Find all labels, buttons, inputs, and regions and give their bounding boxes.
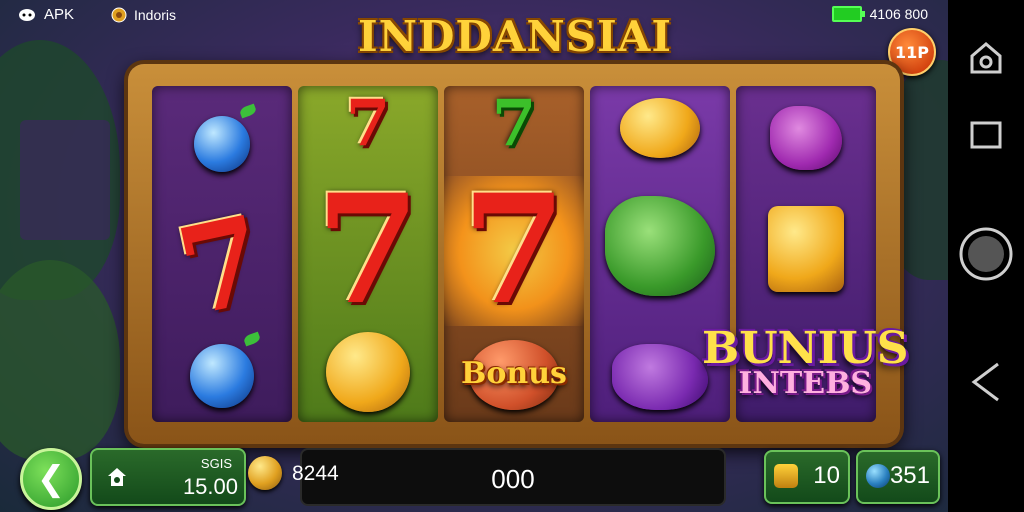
bonus-banner-line2: INTEBS	[738, 365, 873, 401]
seven-symbol: 7	[315, 162, 421, 338]
balance-indicator: 4106 800	[831, 6, 928, 22]
system-nav-bar	[948, 0, 1024, 512]
reel-2: 7 7	[298, 86, 438, 422]
home-icon	[970, 42, 1002, 74]
game-screen: APK Indoris 4106 800 INDDANSIAI 11P 7 7 …	[0, 0, 1024, 512]
bonus-banner-line1: BUNIUS	[702, 323, 909, 374]
green-seven-symbol: 7	[491, 86, 537, 161]
reel-1: 7	[152, 86, 292, 422]
nav-back[interactable]	[948, 360, 1024, 404]
total-value: 351	[889, 462, 930, 489]
game-title: INDDANSIAI	[357, 12, 673, 61]
bush-left	[0, 260, 120, 460]
purple-creature-symbol	[612, 344, 708, 410]
house-left	[20, 120, 110, 240]
square-icon	[970, 121, 1002, 149]
bonus-label: Bonus	[461, 356, 567, 391]
nav-home-shortcut[interactable]	[948, 40, 1024, 76]
nav-home[interactable]	[948, 226, 1024, 282]
balance-value: 4106 800	[869, 6, 928, 22]
seven-symbol: 7	[345, 86, 391, 161]
bet-panel[interactable]: SGIS 15.00	[90, 448, 246, 506]
green-creature-symbol	[605, 196, 715, 296]
bonus-banner: BUNIUS INTEBS	[702, 323, 909, 401]
lines-panel[interactable]: 10	[764, 450, 850, 504]
blue-fruit-symbol	[194, 116, 250, 172]
coin-icon	[248, 456, 282, 490]
triangle-back-icon	[971, 362, 999, 402]
seven-symbol: 7	[461, 162, 567, 338]
blue-fruit-symbol	[190, 344, 254, 408]
lines-icon	[774, 464, 798, 488]
game-label: Indoris	[134, 7, 177, 23]
globe-icon	[866, 464, 890, 488]
banana-symbol	[620, 98, 700, 158]
gear-icon	[111, 7, 127, 23]
game-indicator: Indoris	[110, 6, 176, 24]
credit-value: 8244	[292, 462, 339, 485]
apk-indicator: APK	[18, 6, 74, 23]
total-panel[interactable]: 351	[856, 450, 940, 504]
pink-creature-symbol	[770, 106, 842, 170]
circle-icon	[959, 227, 1013, 281]
win-value: 000	[491, 464, 535, 494]
back-button[interactable]: ❮	[20, 448, 82, 510]
apk-label: APK	[44, 6, 75, 23]
bottom-bar: ❮ SGIS 15.00 000 8244 10 351	[0, 442, 948, 512]
back-arrow-icon: ❮	[36, 459, 66, 499]
win-display: 000	[300, 448, 726, 506]
controller-icon	[19, 8, 35, 21]
gold-fruit-symbol	[326, 332, 410, 412]
home-icon	[108, 468, 126, 486]
seven-symbol: 7	[166, 188, 278, 345]
golden-glove-symbol	[768, 206, 844, 292]
bet-value: 15.00	[182, 474, 238, 499]
battery-icon	[831, 6, 865, 22]
bet-label: SGIS	[200, 456, 232, 471]
nav-recent-apps[interactable]	[948, 120, 1024, 150]
lines-value: 10	[813, 462, 840, 489]
reel-3: 7 7 Bonus	[444, 86, 584, 422]
